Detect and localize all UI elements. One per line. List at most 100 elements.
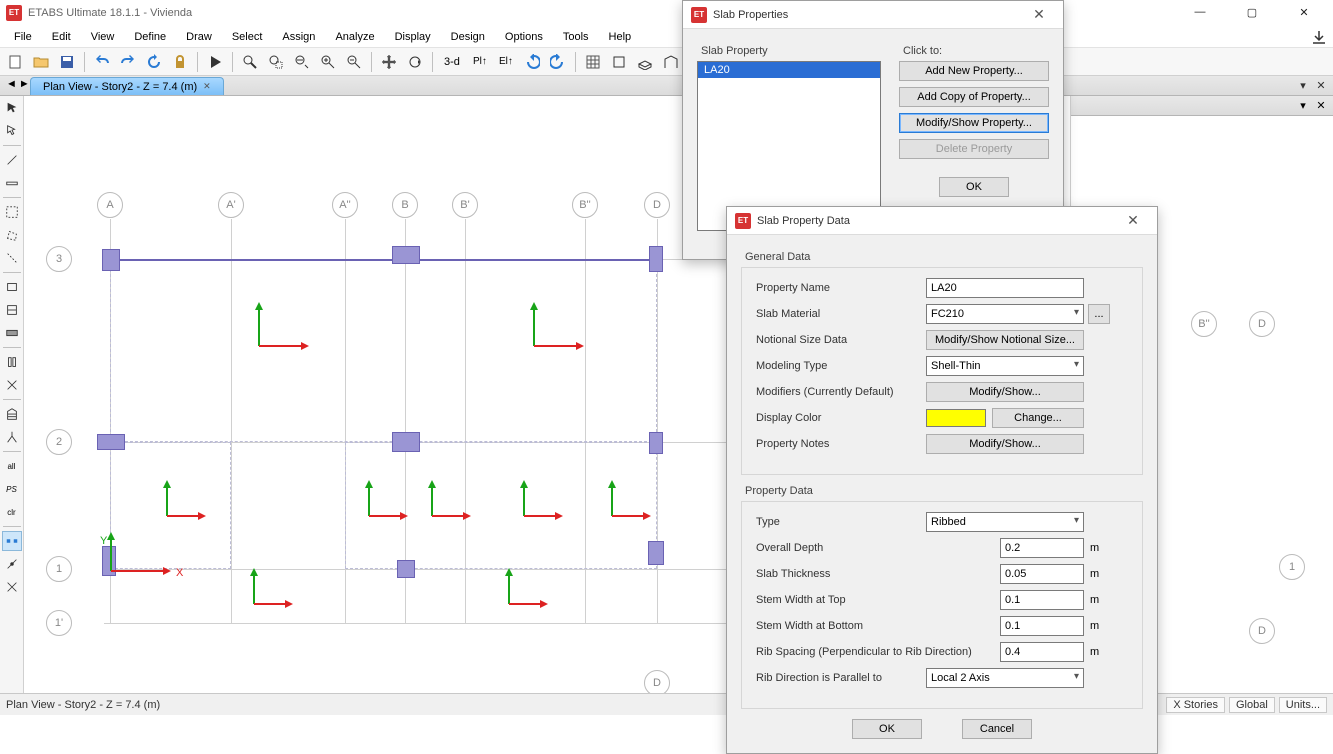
menu-define[interactable]: Define: [124, 29, 176, 45]
delete-property-button[interactable]: Delete Property: [899, 139, 1049, 159]
add-new-property-button[interactable]: Add New Property...: [899, 61, 1049, 81]
pan-icon[interactable]: [378, 51, 400, 73]
material-browse-button[interactable]: ...: [1088, 304, 1110, 324]
clear-select-icon[interactable]: clr: [2, 502, 22, 522]
rib-spacing-input[interactable]: [1000, 642, 1084, 662]
view2-dropdown-icon[interactable]: ▾: [1295, 97, 1311, 113]
type-select[interactable]: Ribbed▾: [926, 512, 1084, 532]
slab-thickness-input[interactable]: [1000, 564, 1084, 584]
slab-properties-ok-button[interactable]: OK: [939, 177, 1009, 197]
add-copy-property-button[interactable]: Add Copy of Property...: [899, 87, 1049, 107]
snap-point-icon[interactable]: [2, 531, 22, 551]
slab-material-select[interactable]: FC210▾: [926, 304, 1084, 324]
view-close-icon[interactable]: ✕: [1313, 77, 1329, 93]
menu-tools[interactable]: Tools: [553, 29, 599, 45]
view-pl-icon[interactable]: Pl↑: [469, 51, 491, 73]
snap-int-icon[interactable]: [2, 577, 22, 597]
grid-icon[interactable]: [582, 51, 604, 73]
stem-bot-input[interactable]: [1000, 616, 1084, 636]
rotate-left-icon[interactable]: [521, 51, 543, 73]
run-icon[interactable]: [204, 51, 226, 73]
tab-close-icon[interactable]: ✕: [203, 81, 211, 92]
zoom-prev-icon[interactable]: [291, 51, 313, 73]
menu-design[interactable]: Design: [441, 29, 495, 45]
menu-assign[interactable]: Assign: [272, 29, 325, 45]
change-color-button[interactable]: Change...: [992, 408, 1084, 428]
ps-select-icon[interactable]: PS: [2, 479, 22, 499]
menu-display[interactable]: Display: [385, 29, 441, 45]
draw-wall-icon[interactable]: [2, 300, 22, 320]
new-icon[interactable]: [4, 51, 26, 73]
extrude-icon[interactable]: [634, 51, 656, 73]
view2-close-icon[interactable]: ✕: [1313, 97, 1329, 113]
all-select-icon[interactable]: all: [2, 456, 22, 476]
modify-show-property-button[interactable]: Modify/Show Property...: [899, 113, 1049, 133]
building-icon[interactable]: [2, 404, 22, 424]
menu-help[interactable]: Help: [599, 29, 642, 45]
draw-slab-icon[interactable]: [2, 323, 22, 343]
draw-column-icon[interactable]: [2, 352, 22, 372]
lock-icon[interactable]: [169, 51, 191, 73]
modeling-type-select[interactable]: Shell-Thin▾: [926, 356, 1084, 376]
zoom-in-icon[interactable]: [317, 51, 339, 73]
slab-property-data-close-icon[interactable]: ✕: [1117, 212, 1149, 229]
property-notes-button[interactable]: Modify/Show...: [926, 434, 1084, 454]
save-icon[interactable]: [56, 51, 78, 73]
draw-line-icon[interactable]: [2, 150, 22, 170]
unit-m: m: [1090, 542, 1099, 554]
rib-direction-select[interactable]: Local 2 Axis▾: [926, 668, 1084, 688]
menu-analyze[interactable]: Analyze: [325, 29, 384, 45]
notional-size-label: Notional Size Data: [756, 334, 926, 346]
rotate-icon[interactable]: [404, 51, 426, 73]
select-line-icon[interactable]: [2, 248, 22, 268]
zoom-rubber-icon[interactable]: [239, 51, 261, 73]
frame-icon[interactable]: [660, 51, 682, 73]
stem-top-input[interactable]: [1000, 590, 1084, 610]
open-icon[interactable]: [30, 51, 52, 73]
slab-data-cancel-button[interactable]: Cancel: [962, 719, 1032, 739]
zoom-extents-icon[interactable]: [265, 51, 287, 73]
status-units[interactable]: Units...: [1279, 697, 1327, 713]
tab-scroll-left-icon[interactable]: ◄: [6, 78, 17, 90]
draw-rect-icon[interactable]: [2, 277, 22, 297]
zoom-out-icon[interactable]: [343, 51, 365, 73]
slab-properties-close-icon[interactable]: ✕: [1023, 6, 1055, 23]
overall-depth-input[interactable]: [1000, 538, 1084, 558]
close-button[interactable]: ✕: [1287, 6, 1321, 19]
snap-mid-icon[interactable]: [2, 554, 22, 574]
rotate-right-icon[interactable]: [547, 51, 569, 73]
object-icon[interactable]: [608, 51, 630, 73]
menu-select[interactable]: Select: [222, 29, 273, 45]
reshape-icon[interactable]: [2, 121, 22, 141]
slab-property-item[interactable]: LA20: [698, 62, 880, 78]
grid2-bubble-1: 1: [1279, 554, 1305, 580]
select-poly-icon[interactable]: [2, 225, 22, 245]
minimize-button[interactable]: —: [1183, 6, 1217, 19]
tab-scroll-right-icon[interactable]: ►: [19, 78, 30, 90]
redo-icon[interactable]: [117, 51, 139, 73]
slab-data-ok-button[interactable]: OK: [852, 719, 922, 739]
tripod-icon[interactable]: [2, 427, 22, 447]
notional-size-button[interactable]: Modify/Show Notional Size...: [926, 330, 1084, 350]
download-icon[interactable]: [1311, 30, 1327, 46]
status-global[interactable]: Global: [1229, 697, 1275, 713]
pointer-icon[interactable]: [2, 98, 22, 118]
draw-brace-icon[interactable]: [2, 375, 22, 395]
undo-icon[interactable]: [91, 51, 113, 73]
draw-beam-icon[interactable]: [2, 173, 22, 193]
menu-draw[interactable]: Draw: [176, 29, 222, 45]
view-tab[interactable]: Plan View - Story2 - Z = 7.4 (m) ✕: [30, 77, 224, 95]
view-dropdown-icon[interactable]: ▾: [1295, 77, 1311, 93]
menu-file[interactable]: File: [4, 29, 42, 45]
status-stories[interactable]: X Stories: [1166, 697, 1225, 713]
menu-view[interactable]: View: [81, 29, 125, 45]
menu-options[interactable]: Options: [495, 29, 553, 45]
select-frame-icon[interactable]: [2, 202, 22, 222]
refresh-icon[interactable]: [143, 51, 165, 73]
maximize-button[interactable]: ▢: [1235, 6, 1269, 19]
view-el-icon[interactable]: El↑: [495, 51, 517, 73]
modifiers-button[interactable]: Modify/Show...: [926, 382, 1084, 402]
property-name-input[interactable]: [926, 278, 1084, 298]
menu-edit[interactable]: Edit: [42, 29, 81, 45]
view-3d-button[interactable]: 3-d: [439, 51, 465, 73]
